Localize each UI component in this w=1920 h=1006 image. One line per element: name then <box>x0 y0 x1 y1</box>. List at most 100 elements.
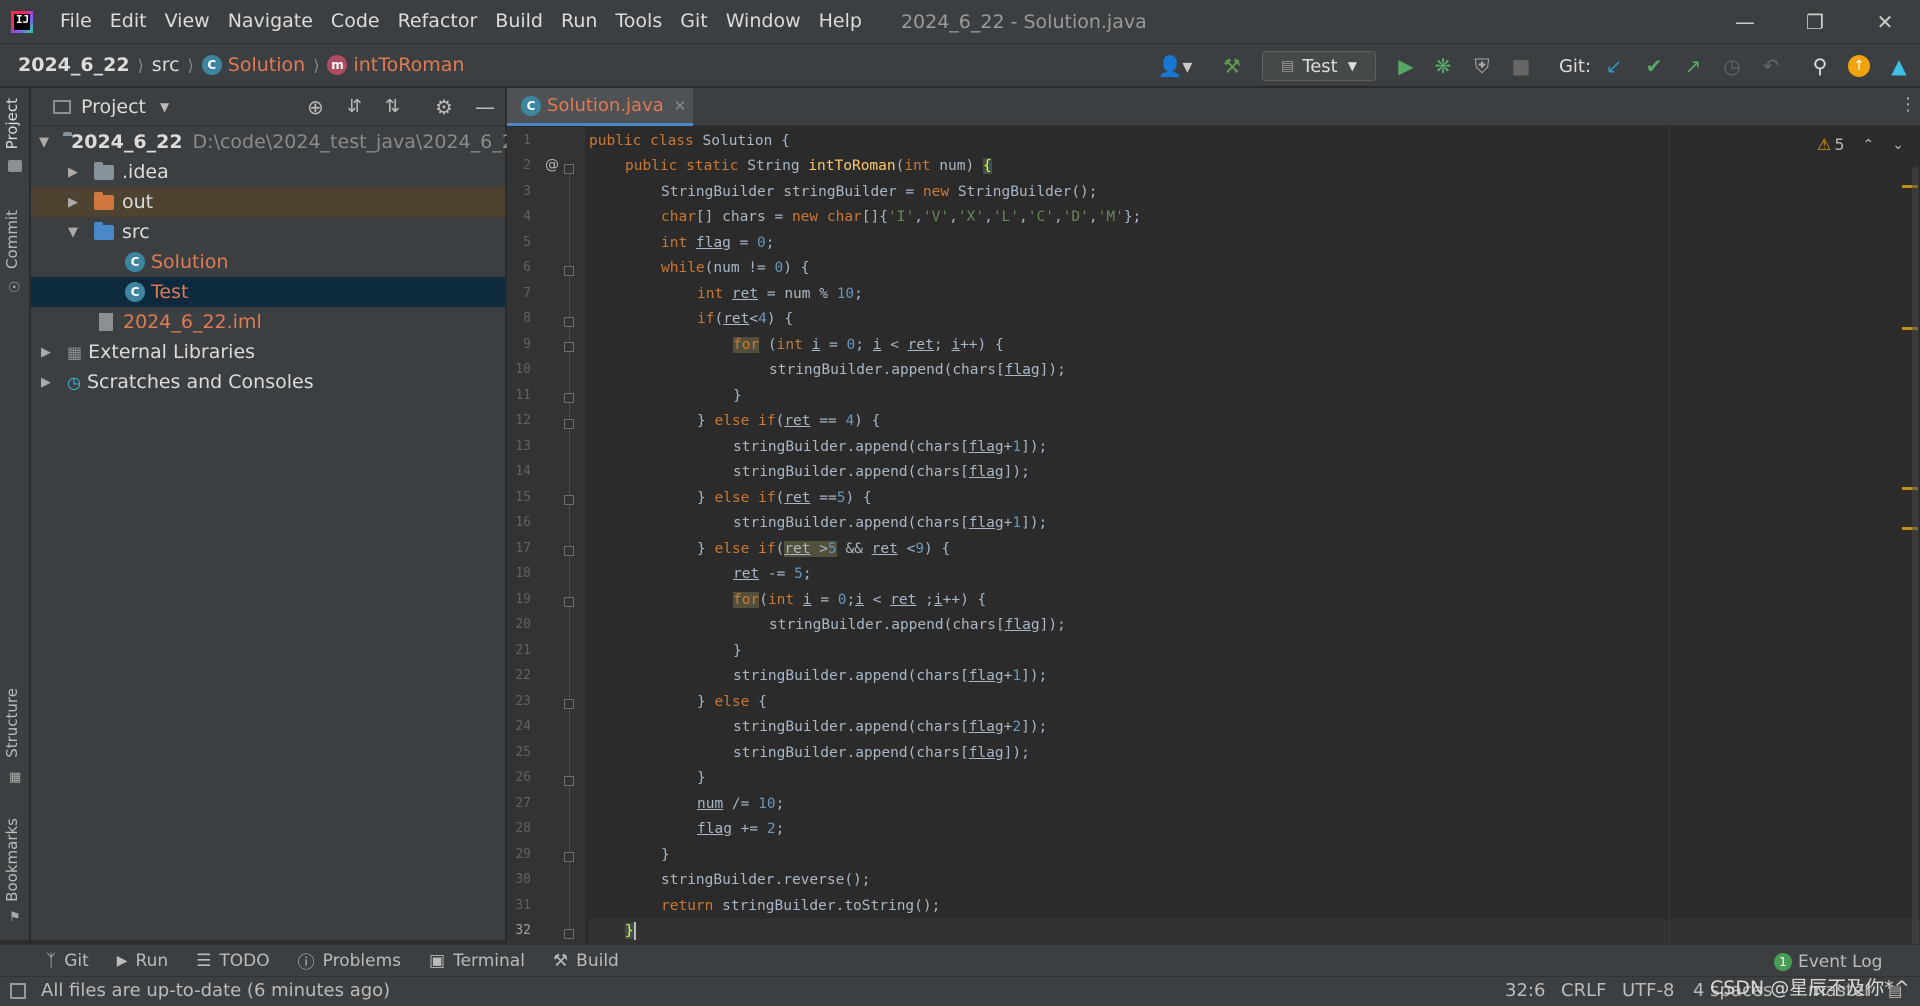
menu-code[interactable]: Code <box>322 0 389 43</box>
inspection-widget[interactable]: ⚠ 5 ⌃ ⌄ <box>1817 135 1904 154</box>
line-separator[interactable]: CRLF <box>1561 980 1606 1001</box>
fold-marker-icon[interactable] <box>564 597 574 607</box>
menu-run[interactable]: Run <box>552 0 606 43</box>
search-icon[interactable]: ⚲ <box>1806 51 1834 81</box>
chevron-down-icon[interactable]: ▼ <box>160 100 169 114</box>
fold-marker-icon[interactable] <box>564 775 574 786</box>
build-tool-button[interactable]: ⚒ Build <box>553 951 619 971</box>
menu-view[interactable]: View <box>156 0 219 43</box>
restore-button[interactable]: ❐ <box>1780 0 1850 43</box>
git-update-icon[interactable]: ↙ <box>1600 51 1628 81</box>
update-icon[interactable]: ↑ <box>1845 51 1873 81</box>
menu-build[interactable]: Build <box>486 0 552 43</box>
tree-item-iml[interactable]: 2024_6_22.iml <box>31 307 505 337</box>
fold-marker-icon[interactable] <box>564 852 574 862</box>
locate-icon[interactable]: ⊕ <box>307 95 324 119</box>
list-icon: ☰ <box>196 950 212 971</box>
chevron-down-icon[interactable]: ⌄ <box>1892 137 1904 153</box>
tree-item-external-libraries[interactable]: ▶ ▦ External Libraries <box>31 337 505 367</box>
stop-icon[interactable]: ■ <box>1507 51 1535 81</box>
close-tab-icon[interactable]: ✕ <box>674 97 687 115</box>
line-number: 24 <box>515 719 531 734</box>
editor-scrollbar[interactable] <box>1912 167 1919 947</box>
project-side-tab[interactable]: Project <box>3 98 21 149</box>
project-view-label[interactable]: Project <box>81 96 146 118</box>
fold-marker-icon[interactable] <box>564 163 574 174</box>
collapse-all-icon[interactable]: ⇅ <box>385 96 400 117</box>
problems-tool-button[interactable]: ⓘ Problems <box>298 948 401 974</box>
tree-item-label: 2024_6_22.iml <box>123 311 262 333</box>
bookmarks-side-tab[interactable]: Bookmarks <box>3 818 21 902</box>
class-icon: C <box>125 252 145 272</box>
override-at-icon[interactable]: @ <box>545 157 559 173</box>
tool-window-bar: ᛉ Git ▶ Run ☰ TODO ⓘ Problems ▣ Terminal ⚒ Bui… <box>0 944 1920 976</box>
terminal-tool-button[interactable]: ▣ Terminal <box>429 951 525 971</box>
fold-marker-icon[interactable] <box>564 418 574 429</box>
minimize-button[interactable]: — <box>1710 0 1780 43</box>
tree-item-src[interactable]: ▼ src <box>31 217 505 247</box>
close-window-button[interactable]: ✕ <box>1850 0 1920 43</box>
fold-marker-icon[interactable] <box>564 546 574 556</box>
menu-tools[interactable]: Tools <box>606 0 671 43</box>
menu-edit[interactable]: Edit <box>101 0 156 43</box>
menu-help[interactable]: Help <box>810 0 871 43</box>
caret-position[interactable]: 32:6 <box>1505 980 1545 1001</box>
panel-toggle-icon[interactable] <box>10 983 26 999</box>
tree-root[interactable]: ▼ 2024_6_22 D:\code\2024_test_java\2024_… <box>31 127 526 157</box>
history-icon[interactable]: ◷ <box>1718 51 1746 81</box>
git-tool-button[interactable]: ᛉ Git <box>46 951 89 971</box>
fold-marker-icon[interactable] <box>564 928 574 939</box>
breadcrumb-separator-icon: ⟩ <box>313 55 320 75</box>
structure-side-tab[interactable]: Structure <box>3 688 21 758</box>
debug-bug-icon[interactable]: ❋ <box>1429 51 1457 81</box>
project-panel: Project ▼ ⊕ ⇵ ⇅ ⚙ — ▼ 2024_6_22 D:\code\… <box>31 88 526 940</box>
code-editor[interactable]: public class Solution { public static St… <box>589 127 1920 947</box>
run-config-select[interactable]: ▤ Test ▼ <box>1262 51 1376 81</box>
breadcrumb-class[interactable]: Solution <box>228 54 305 76</box>
menu-window[interactable]: Window <box>717 0 810 43</box>
breadcrumb-src[interactable]: src <box>152 54 180 76</box>
line-number: 3 <box>523 184 531 199</box>
editor-tab-solution[interactable]: C Solution.java ✕ <box>507 88 693 126</box>
breadcrumb-project[interactable]: 2024_6_22 <box>18 54 130 76</box>
tree-item-idea[interactable]: ▶ .idea <box>31 157 505 187</box>
event-log-button[interactable]: 1 Event Log <box>1774 952 1882 972</box>
chevron-up-icon[interactable]: ⌃ <box>1863 137 1875 153</box>
tree-item-label: src <box>122 221 150 243</box>
fold-marker-icon[interactable] <box>564 265 574 276</box>
menu-navigate[interactable]: Navigate <box>219 0 322 43</box>
tree-item-solution[interactable]: C Solution <box>31 247 505 277</box>
file-encoding[interactable]: UTF-8 <box>1622 980 1674 1001</box>
git-commit-icon[interactable]: ✔ <box>1640 51 1668 81</box>
commit-side-tab[interactable]: Commit <box>3 210 21 269</box>
menu-refactor[interactable]: Refactor <box>389 0 487 43</box>
line-number: 5 <box>523 235 531 250</box>
run-tool-button[interactable]: ▶ Run <box>117 951 168 971</box>
expand-all-icon[interactable]: ⇵ <box>347 96 362 117</box>
user-icon[interactable]: 👤▾ <box>1152 51 1198 81</box>
fold-marker-icon[interactable] <box>564 342 574 352</box>
coverage-icon[interactable]: ⛨ <box>1468 51 1496 81</box>
rollback-icon[interactable]: ↶ <box>1757 51 1785 81</box>
fold-marker-icon[interactable] <box>564 495 574 505</box>
terminal-icon: ▣ <box>429 950 446 971</box>
git-push-icon[interactable]: ↗ <box>1679 51 1707 81</box>
settings-gear-icon[interactable]: ⚙ <box>435 95 453 119</box>
hide-panel-icon[interactable]: — <box>475 95 495 119</box>
project-folder-icon <box>8 160 22 172</box>
breadcrumb-method[interactable]: intToRoman <box>353 54 464 76</box>
plugin-icon[interactable]: ▲ <box>1884 51 1914 81</box>
tree-item-scratches[interactable]: ▶ ◷ Scratches and Consoles <box>31 367 505 397</box>
run-icon[interactable]: ▶ <box>1392 51 1420 81</box>
build-hammer-icon[interactable]: ⚒ <box>1218 51 1246 81</box>
fold-marker-icon[interactable] <box>564 393 574 403</box>
tree-item-test[interactable]: C Test <box>31 277 505 307</box>
tree-item-out[interactable]: ▶ out <box>31 187 505 217</box>
menu-file[interactable]: File <box>51 0 101 43</box>
todo-tool-button[interactable]: ☰ TODO <box>196 951 270 971</box>
lock-icon[interactable]: ▤ <box>1888 982 1902 1000</box>
fold-marker-icon[interactable] <box>564 316 574 327</box>
fold-marker-icon[interactable] <box>564 699 574 709</box>
more-icon[interactable]: ⋮ <box>1899 94 1917 115</box>
menu-git[interactable]: Git <box>671 0 716 43</box>
